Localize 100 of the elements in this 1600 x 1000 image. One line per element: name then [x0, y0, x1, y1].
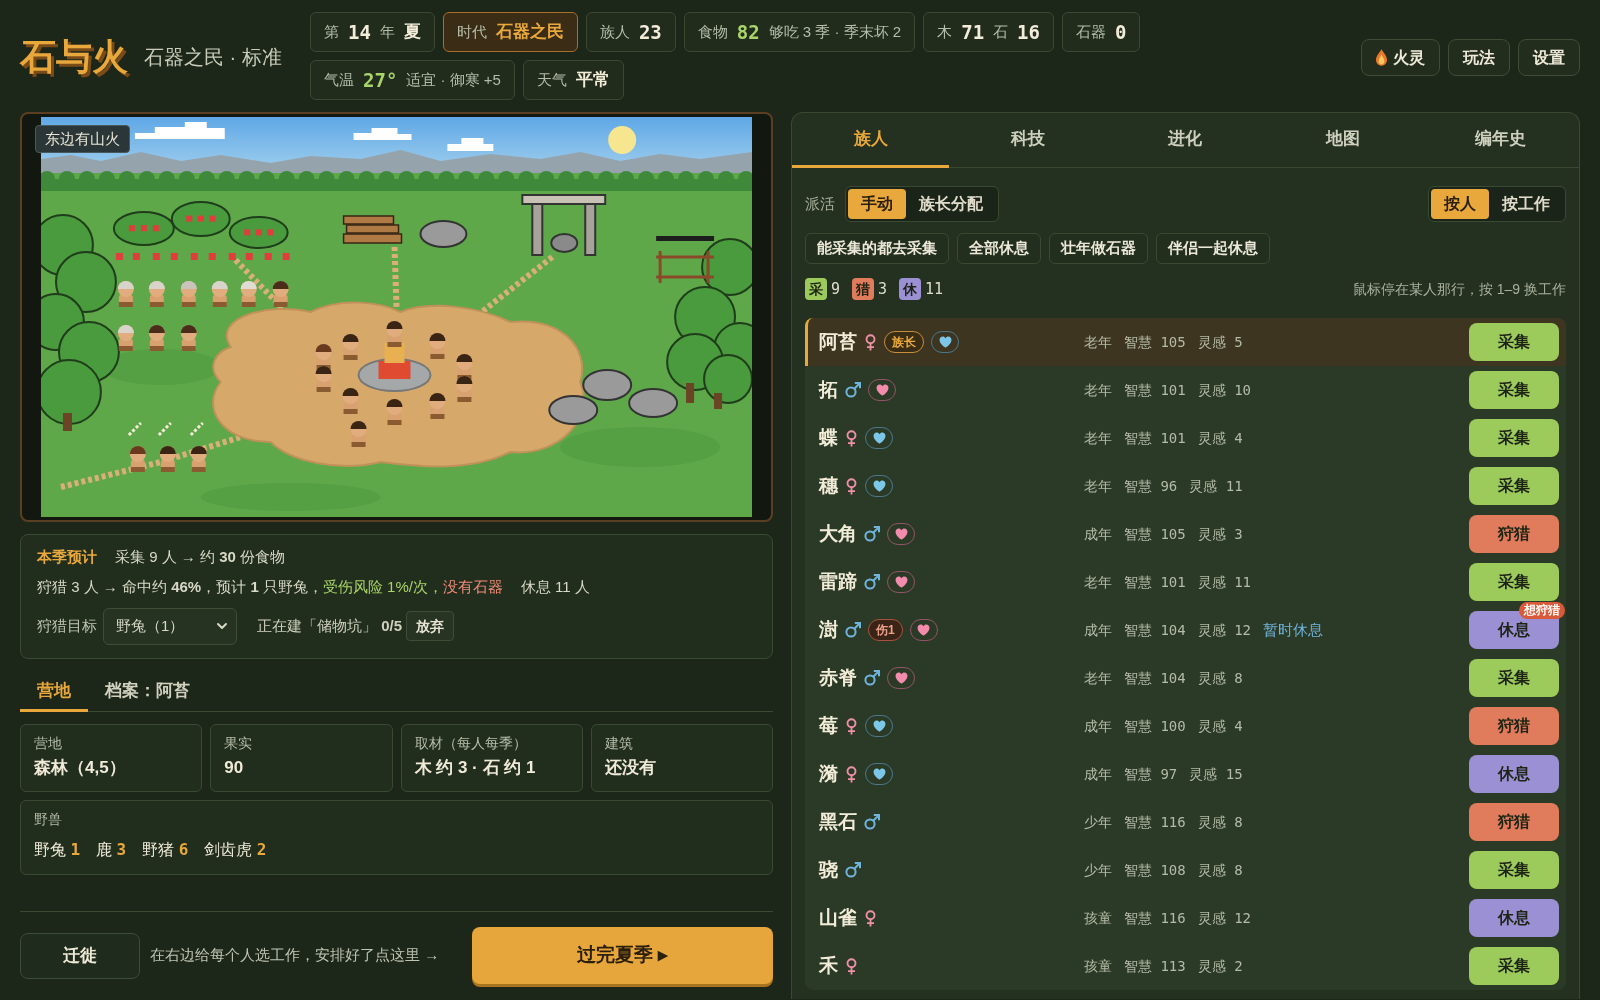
member-row[interactable]: 穗 老年 智慧 96 灵感 11 采集: [805, 462, 1566, 510]
wish-badge: 想狩猎: [1519, 602, 1565, 619]
member-stat: 成年: [1084, 620, 1112, 640]
job-button[interactable]: 采集: [1469, 419, 1559, 457]
job-button[interactable]: 狩猎: [1469, 803, 1559, 841]
stat-value: 夏: [403, 21, 421, 44]
member-name: 骁: [819, 857, 838, 882]
job-button[interactable]: 采集: [1469, 947, 1559, 985]
quick-action-button[interactable]: 伴侣一起休息: [1156, 233, 1270, 264]
panel-tab[interactable]: 族人: [792, 113, 950, 168]
job-button[interactable]: 狩猎: [1469, 515, 1559, 553]
job-button[interactable]: 休息: [1469, 755, 1559, 793]
animal-count: 鹿 3: [96, 839, 127, 861]
female-sign-icon: [845, 765, 858, 783]
female-sign-icon: [845, 957, 858, 975]
member-stat: 少年: [1084, 860, 1112, 880]
member-row[interactable]: 阿苔 族长 老年 智慧 105 灵感 5 采集: [805, 318, 1566, 366]
quick-action-button[interactable]: 壮年做石器: [1049, 233, 1148, 264]
member-stat: 智慧 101: [1124, 572, 1186, 592]
abandon-button[interactable]: 放弃: [406, 611, 455, 641]
panel-tab[interactable]: 地图: [1264, 113, 1422, 168]
female-sign-icon: [864, 333, 877, 351]
stat-value: 23: [638, 19, 662, 45]
member-stat: 成年: [1084, 764, 1112, 784]
male-sign-icon: [864, 574, 880, 590]
migrate-button[interactable]: 迁徙: [20, 932, 140, 979]
female-sign-icon: [845, 717, 858, 735]
member-stat: 智慧 97: [1124, 764, 1178, 784]
stat-value: 平常: [575, 69, 610, 92]
member-name: 漪: [819, 761, 838, 786]
member-stat: 老年: [1084, 572, 1112, 592]
member-tag: 族长: [884, 331, 924, 353]
camp-tab[interactable]: 档案：阿苔: [88, 673, 207, 712]
member-stat: 智慧 116: [1124, 908, 1186, 928]
quick-action-button[interactable]: 全部休息: [957, 233, 1041, 264]
header-button[interactable]: 设置: [1518, 39, 1580, 76]
job-button[interactable]: 采集: [1469, 851, 1559, 889]
hunt-target-label: 狩猎目标: [37, 615, 97, 636]
job-button[interactable]: 采集: [1469, 563, 1559, 601]
member-name: 山雀: [819, 905, 857, 930]
wildlife-label: 野兽: [34, 810, 63, 829]
member-row[interactable]: 禾 孩童 智慧 113 灵感 2 采集: [805, 942, 1566, 990]
member-row[interactable]: 黑石 少年 智慧 116 灵感 8 狩猎: [805, 798, 1566, 846]
member-row[interactable]: 骁 少年 智慧 108 灵感 8 采集: [805, 846, 1566, 894]
stat-label: 够吃 3 季 · 季末坏 2: [768, 21, 902, 42]
member-stat: 灵感 12: [1197, 908, 1251, 928]
member-stat: 智慧 101: [1124, 428, 1186, 448]
male-sign-icon: [845, 382, 861, 398]
member-row[interactable]: 山雀 孩童 智慧 116 灵感 12 休息: [805, 894, 1566, 942]
male-sign-icon: [864, 526, 880, 542]
member-stat: 智慧 104: [1124, 668, 1186, 688]
job-button[interactable]: 采集: [1469, 659, 1559, 697]
job-button[interactable]: 采集: [1469, 467, 1559, 505]
end-season-button[interactable]: 过完夏季 ▸: [472, 927, 773, 984]
info-label: 果实: [224, 734, 254, 753]
job-button[interactable]: 采集: [1469, 323, 1559, 361]
header-button[interactable]: 玩法: [1448, 39, 1510, 76]
info-value: 森林（4,5）: [34, 757, 127, 779]
info-label: 取材（每人每季）: [414, 734, 528, 753]
member-stat: 老年: [1084, 332, 1112, 352]
assign-mode-option[interactable]: 族长分配: [906, 189, 996, 219]
female-sign-icon: [845, 477, 858, 495]
view-mode-option[interactable]: 按人: [1431, 189, 1489, 219]
member-tag: 伤1: [868, 619, 903, 641]
panel-tab[interactable]: 进化: [1106, 113, 1265, 168]
info-value: 还没有: [604, 757, 657, 779]
assign-mode-option[interactable]: 手动: [848, 189, 906, 219]
job-button[interactable]: 狩猎: [1469, 707, 1559, 745]
job-tag: 休: [899, 278, 922, 300]
member-stat: 孩童: [1084, 908, 1112, 928]
member-name: 黑石: [819, 809, 857, 834]
stat-value: 82: [736, 19, 760, 45]
member-name: 穗: [819, 473, 838, 498]
female-sign-icon: [845, 429, 858, 447]
scene-banner: 东边有山火: [35, 125, 130, 153]
stat-value: 71: [961, 19, 985, 45]
member-row[interactable]: 莓 成年 智慧 100 灵感 4 狩猎: [805, 702, 1566, 750]
member-stat: 灵感 2: [1197, 956, 1243, 976]
panel-tab[interactable]: 编年史: [1421, 113, 1579, 168]
view-mode-option[interactable]: 按工作: [1489, 189, 1563, 219]
member-stat: 灵感 8: [1197, 668, 1243, 688]
member-row[interactable]: 漪 成年 智慧 97 灵感 15 休息: [805, 750, 1566, 798]
member-name: 阿苔: [819, 329, 857, 354]
job-button[interactable]: 采集: [1469, 371, 1559, 409]
panel-tab[interactable]: 科技: [949, 113, 1107, 168]
info-label: 营地: [34, 734, 63, 753]
camp-tab[interactable]: 营地: [20, 673, 88, 712]
stat-label: 天气: [536, 69, 567, 90]
hunt-target-select[interactable]: 野兔（1）: [103, 607, 237, 645]
member-row[interactable]: 赤脊 老年 智慧 104 灵感 8 采集: [805, 654, 1566, 702]
quick-action-button[interactable]: 能采集的都去采集: [805, 233, 949, 264]
member-name: 莓: [819, 713, 838, 738]
member-row[interactable]: 拓 老年 智慧 101 灵感 10 采集: [805, 366, 1566, 414]
job-button[interactable]: 休息: [1469, 899, 1559, 937]
member-row[interactable]: 蝶 老年 智慧 101 灵感 4 采集: [805, 414, 1566, 462]
stat-label: 木: [937, 21, 953, 42]
member-row[interactable]: 大角 成年 智慧 105 灵感 3 狩猎: [805, 510, 1566, 558]
stat-value: 石器之民: [495, 21, 564, 44]
game-logo: 石与火: [20, 38, 128, 75]
header-button[interactable]: 火灵: [1361, 39, 1440, 76]
